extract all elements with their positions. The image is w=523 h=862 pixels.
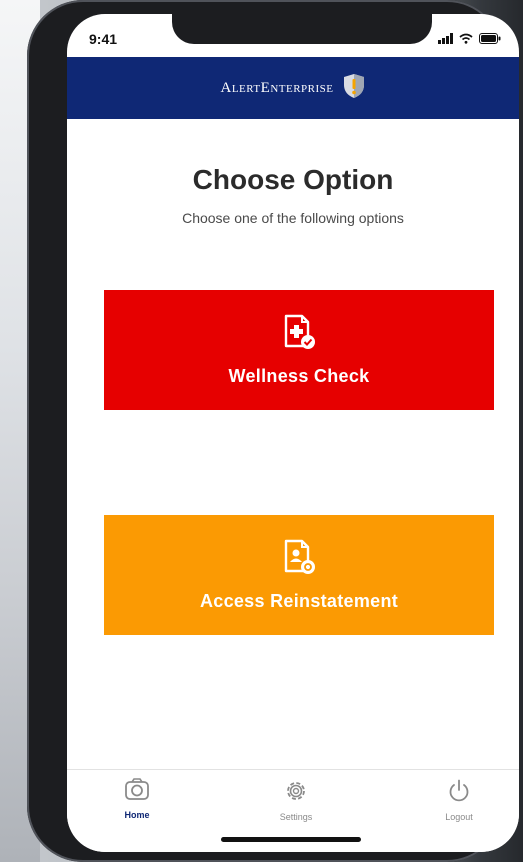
phone-frame: 9:41 AlertEnterprise Choose Option Choos… <box>27 0 519 862</box>
nav-settings[interactable]: Settings <box>256 778 336 822</box>
notch <box>172 14 432 44</box>
access-reinstatement-label: Access Reinstatement <box>199 591 399 611</box>
status-icons <box>438 33 501 44</box>
brand-logo-text: AlertEnterprise <box>220 79 334 96</box>
wellness-check-label: Wellness Check <box>228 366 370 386</box>
app-header: AlertEnterprise <box>67 57 519 119</box>
nav-home[interactable]: Home <box>97 778 177 820</box>
home-indicator <box>221 837 361 842</box>
status-time: 9:41 <box>89 31 118 47</box>
nav-home-label: Home <box>124 810 150 820</box>
phone-screen: 9:41 AlertEnterprise Choose Option Choos… <box>67 14 519 852</box>
home-icon <box>124 778 150 804</box>
page-title: Choose Option <box>192 164 394 195</box>
wellness-check-button[interactable]: Wellness Check <box>104 290 494 410</box>
gear-icon <box>283 778 309 806</box>
document-badge-icon <box>280 538 318 581</box>
battery-icon <box>479 33 501 44</box>
nav-logout-label: Logout <box>445 812 473 822</box>
power-icon <box>446 778 472 806</box>
nav-settings-label: Settings <box>279 812 313 822</box>
nav-logout[interactable]: Logout <box>419 778 499 822</box>
medical-checklist-icon <box>280 313 318 356</box>
access-reinstatement-button[interactable]: Access Reinstatement <box>104 515 494 635</box>
page-subtitle: Choose one of the following options <box>182 210 404 226</box>
wifi-icon <box>459 33 473 44</box>
shield-icon <box>342 73 366 104</box>
signal-icon <box>438 33 453 44</box>
